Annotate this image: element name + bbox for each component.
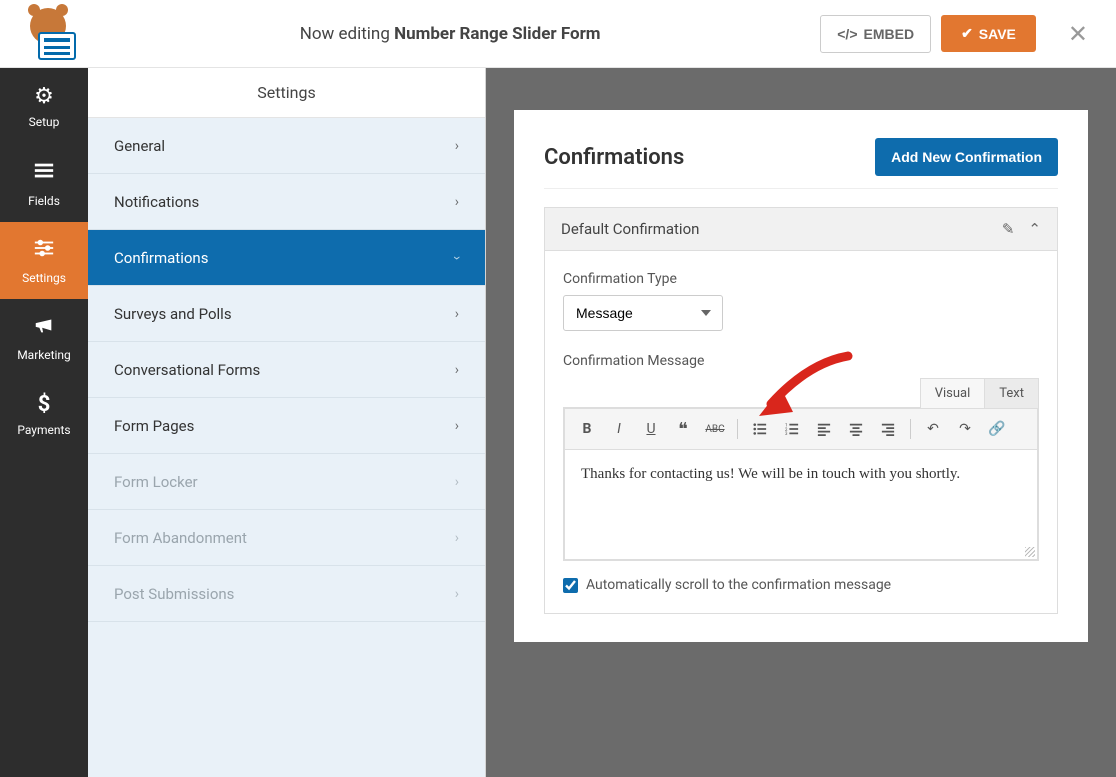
settings-row-general[interactable]: General › <box>88 118 485 174</box>
editor-body[interactable]: Thanks for contacting us! We will be in … <box>564 450 1038 560</box>
editor-tab-text[interactable]: Text <box>984 378 1039 408</box>
embed-button[interactable]: </> EMBED <box>820 15 931 53</box>
top-bar: Now editing Number Range Slider Form </>… <box>0 0 1116 68</box>
settings-row-post-submissions[interactable]: Post Submissions › <box>88 566 485 622</box>
code-icon: </> <box>837 26 857 42</box>
chevron-right-icon: › <box>455 474 459 490</box>
sidebar-item-fields[interactable]: Fields <box>0 145 88 222</box>
megaphone-icon <box>33 314 55 342</box>
auto-scroll-checkbox-row[interactable]: Automatically scroll to the confirmation… <box>563 577 1039 593</box>
confirmation-block: Default Confirmation ✎ ⌃ Confirmation Ty… <box>544 207 1058 614</box>
svg-text:3: 3 <box>785 432 788 436</box>
settings-row-label: Surveys and Polls <box>114 305 232 323</box>
auto-scroll-checkbox[interactable] <box>563 578 578 593</box>
settings-row-conversational[interactable]: Conversational Forms › <box>88 342 485 398</box>
quote-icon[interactable]: ❝ <box>669 415 697 443</box>
card-title: Confirmations <box>544 145 684 170</box>
sidebar-item-marketing[interactable]: Marketing <box>0 299 88 376</box>
number-list-icon[interactable]: 123 <box>778 415 806 443</box>
settings-row-label: Notifications <box>114 193 199 211</box>
collapse-icon[interactable]: ⌃ <box>1028 220 1041 238</box>
close-icon[interactable]: ✕ <box>1060 20 1096 48</box>
chevron-right-icon: › <box>455 306 459 322</box>
left-sidebar: ⚙ Setup Fields Settings Marketing $ Paym… <box>0 68 88 777</box>
sidebar-item-label: Marketing <box>17 348 71 362</box>
check-icon: ✔ <box>961 25 973 42</box>
save-button[interactable]: ✔ SAVE <box>941 15 1036 52</box>
settings-row-label: Confirmations <box>114 249 208 267</box>
strike-icon[interactable]: ABC <box>701 415 729 443</box>
bullet-list-icon[interactable] <box>746 415 774 443</box>
link-icon[interactable]: 🔗 <box>983 415 1011 443</box>
settings-row-form-abandonment[interactable]: Form Abandonment › <box>88 510 485 566</box>
app-logo <box>20 8 80 60</box>
chevron-right-icon: › <box>455 194 459 210</box>
sidebar-item-label: Settings <box>22 271 66 285</box>
italic-icon[interactable]: I <box>605 415 633 443</box>
confirmation-type-label: Confirmation Type <box>563 271 1039 287</box>
page-title: Now editing Number Range Slider Form <box>80 24 820 44</box>
settings-row-label: Form Pages <box>114 417 194 435</box>
settings-row-form-locker[interactable]: Form Locker › <box>88 454 485 510</box>
settings-panel: Settings General › Notifications › Confi… <box>88 68 486 777</box>
settings-row-notifications[interactable]: Notifications › <box>88 174 485 230</box>
panel-title: Settings <box>88 68 485 118</box>
dollar-icon: $ <box>38 392 51 417</box>
sliders-icon <box>33 237 55 265</box>
chevron-right-icon: › <box>455 530 459 546</box>
settings-row-label: Conversational Forms <box>114 361 260 379</box>
confirmation-name: Default Confirmation <box>561 220 699 238</box>
settings-row-label: General <box>114 137 165 155</box>
chevron-right-icon: › <box>455 138 459 154</box>
bold-icon[interactable]: B <box>573 415 601 443</box>
chevron-right-icon: › <box>455 586 459 602</box>
add-confirmation-button[interactable]: Add New Confirmation <box>875 138 1058 176</box>
confirmation-type-select[interactable]: Message <box>563 295 723 331</box>
settings-row-label: Form Locker <box>114 473 198 491</box>
chevron-right-icon: › <box>455 362 459 378</box>
settings-row-label: Post Submissions <box>114 585 234 603</box>
editor-tab-visual[interactable]: Visual <box>920 378 986 408</box>
settings-row-form-pages[interactable]: Form Pages › <box>88 398 485 454</box>
sidebar-item-payments[interactable]: $ Payments <box>0 376 88 453</box>
gear-icon: ⚙ <box>34 84 54 109</box>
settings-row-surveys[interactable]: Surveys and Polls › <box>88 286 485 342</box>
confirmation-message-label: Confirmation Message <box>563 353 1039 369</box>
sidebar-item-label: Setup <box>29 115 60 129</box>
underline-icon[interactable]: U <box>637 415 665 443</box>
chevron-down-icon: › <box>449 255 465 259</box>
sidebar-item-label: Payments <box>17 423 70 437</box>
main-content: Confirmations Add New Confirmation Defau… <box>486 68 1116 777</box>
settings-row-label: Form Abandonment <box>114 529 247 547</box>
align-center-icon[interactable] <box>842 415 870 443</box>
sidebar-item-label: Fields <box>28 194 60 208</box>
align-right-icon[interactable] <box>874 415 902 443</box>
sidebar-item-setup[interactable]: ⚙ Setup <box>0 68 88 145</box>
chevron-right-icon: › <box>455 418 459 434</box>
confirmation-block-header[interactable]: Default Confirmation ✎ ⌃ <box>545 208 1057 251</box>
list-icon <box>33 160 55 188</box>
editor-toolbar: B I U ❝ ABC 123 <box>564 408 1038 450</box>
redo-icon[interactable]: ↷ <box>951 415 979 443</box>
undo-icon[interactable]: ↶ <box>919 415 947 443</box>
settings-row-confirmations[interactable]: Confirmations › <box>88 230 485 286</box>
align-left-icon[interactable] <box>810 415 838 443</box>
sidebar-item-settings[interactable]: Settings <box>0 222 88 299</box>
edit-icon[interactable]: ✎ <box>1002 220 1015 238</box>
auto-scroll-label: Automatically scroll to the confirmation… <box>586 577 891 593</box>
